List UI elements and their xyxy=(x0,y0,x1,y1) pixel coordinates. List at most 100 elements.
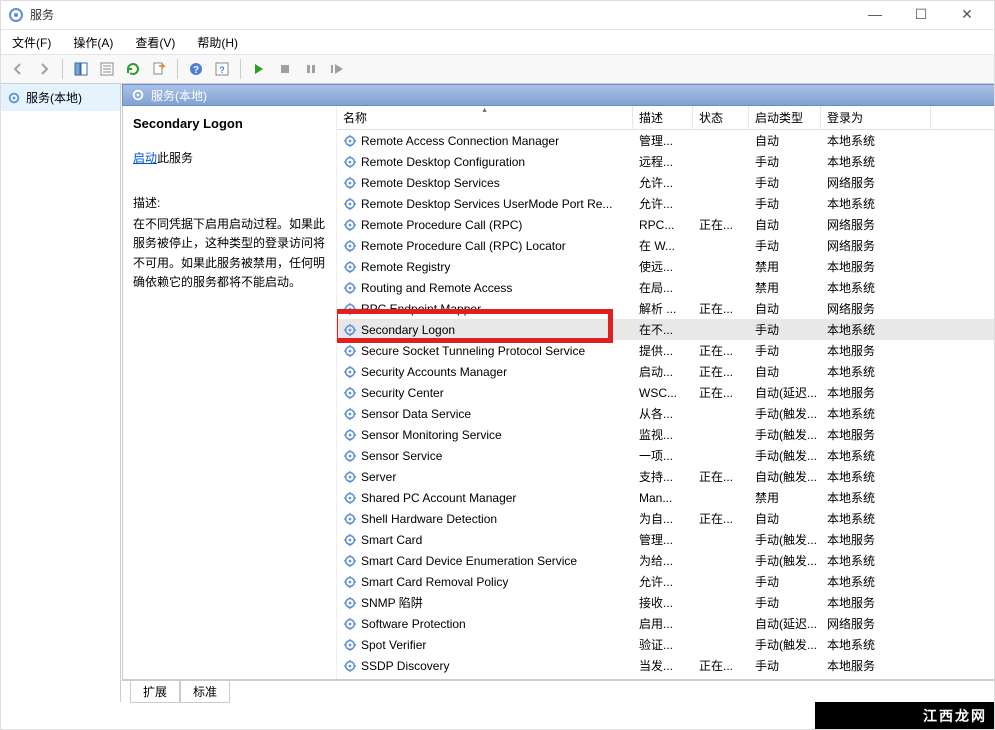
service-row[interactable]: Sensor Service一项...手动(触发...本地系统 xyxy=(337,445,994,466)
cell-state: 正在... xyxy=(693,384,749,401)
cell-description: 在局... xyxy=(633,279,693,296)
service-row[interactable]: Server支持...正在...自动(触发...本地系统 xyxy=(337,466,994,487)
cell-description: RPC... xyxy=(633,218,693,232)
cell-logon: 本地系统 xyxy=(821,405,931,422)
pause-service-button[interactable] xyxy=(299,57,323,81)
cell-startup: 手动(触发... xyxy=(749,447,821,464)
export-list-button[interactable] xyxy=(147,57,171,81)
nav-back-button[interactable] xyxy=(6,57,30,81)
service-row[interactable]: Secure Socket Tunneling Protocol Service… xyxy=(337,340,994,361)
cell-name: Secondary Logon xyxy=(337,323,633,337)
cell-logon: 网络服务 xyxy=(821,237,931,254)
cell-logon: 本地系统 xyxy=(821,468,931,485)
column-header-state[interactable]: 状态 xyxy=(693,106,749,129)
cell-startup: 手动 xyxy=(749,174,821,191)
start-service-suffix: 此服务 xyxy=(157,151,193,165)
service-row[interactable]: Smart Card管理...手动(触发...本地服务 xyxy=(337,529,994,550)
nav-forward-button[interactable] xyxy=(32,57,56,81)
menu-action[interactable]: 操作(A) xyxy=(67,32,119,53)
column-header-name[interactable]: ▴名称 xyxy=(337,106,633,129)
service-row[interactable]: Shared PC Account ManagerMan...禁用本地系统 xyxy=(337,487,994,508)
tab-standard[interactable]: 标准 xyxy=(180,681,230,703)
column-header-logon[interactable]: 登录为 xyxy=(821,106,931,129)
service-row[interactable]: Software Protection启用...自动(延迟...网络服务 xyxy=(337,613,994,634)
watermark: 江西龙网 xyxy=(815,702,995,730)
gear-icon xyxy=(131,88,145,102)
service-row[interactable]: Remote Procedure Call (RPC) Locator在 W..… xyxy=(337,235,994,256)
tab-extended[interactable]: 扩展 xyxy=(130,681,180,703)
gear-icon xyxy=(343,386,357,400)
service-row[interactable]: Remote Desktop Services允许...手动网络服务 xyxy=(337,172,994,193)
cell-name: Sensor Monitoring Service xyxy=(337,428,633,442)
gear-icon xyxy=(343,155,357,169)
gear-icon xyxy=(343,197,357,211)
service-row[interactable]: Security Accounts Manager启动...正在...自动本地系… xyxy=(337,361,994,382)
list-header: ▴名称 描述 状态 启动类型 登录为 xyxy=(337,106,994,130)
cell-name: Remote Procedure Call (RPC) Locator xyxy=(337,239,633,253)
cell-startup: 自动(延迟... xyxy=(749,384,821,401)
cell-logon: 本地系统 xyxy=(821,489,931,506)
close-button[interactable]: ✕ xyxy=(953,6,981,23)
menu-file[interactable]: 文件(F) xyxy=(6,32,57,53)
service-row[interactable]: Security CenterWSC...正在...自动(延迟...本地服务 xyxy=(337,382,994,403)
service-row[interactable]: Secondary Logon在不...手动本地系统 xyxy=(337,319,994,340)
service-row[interactable]: Remote Procedure Call (RPC)RPC...正在...自动… xyxy=(337,214,994,235)
service-row[interactable]: Smart Card Device Enumeration Service为给.… xyxy=(337,550,994,571)
service-row[interactable]: Smart Card Removal Policy允许...手动本地系统 xyxy=(337,571,994,592)
service-row[interactable]: Spot Verifier验证...手动(触发...本地系统 xyxy=(337,634,994,655)
cell-name: Remote Access Connection Manager xyxy=(337,134,633,148)
cell-logon: 本地系统 xyxy=(821,636,931,653)
service-row[interactable]: Remote Desktop Services UserMode Port Re… xyxy=(337,193,994,214)
service-row[interactable]: Routing and Remote Access在局...禁用本地系统 xyxy=(337,277,994,298)
cell-logon: 本地系统 xyxy=(821,510,931,527)
svg-text:?: ? xyxy=(219,65,225,75)
maximize-button[interactable]: ☐ xyxy=(907,6,935,23)
column-header-startup[interactable]: 启动类型 xyxy=(749,106,821,129)
service-row[interactable]: RPC Endpoint Mapper解析 ...正在...自动网络服务 xyxy=(337,298,994,319)
cell-logon: 本地服务 xyxy=(821,384,931,401)
service-row[interactable]: SNMP 陷阱接收...手动本地服务 xyxy=(337,592,994,613)
service-row[interactable]: Sensor Monitoring Service监视...手动(触发...本地… xyxy=(337,424,994,445)
start-service-link[interactable]: 启动 xyxy=(133,151,157,165)
cell-logon: 网络服务 xyxy=(821,300,931,317)
cell-description: 在不... xyxy=(633,321,693,338)
restart-service-button[interactable] xyxy=(325,57,349,81)
cell-state: 正在... xyxy=(693,342,749,359)
service-row[interactable]: Shell Hardware Detection为自...正在...自动本地系统 xyxy=(337,508,994,529)
service-row[interactable]: SSDP Discovery当发...正在...手动本地服务 xyxy=(337,655,994,676)
menu-help[interactable]: 帮助(H) xyxy=(191,32,244,53)
cell-description: Man... xyxy=(633,491,693,505)
service-row[interactable]: Remote Registry使远...禁用本地服务 xyxy=(337,256,994,277)
help-topic-button[interactable]: ? xyxy=(210,57,234,81)
start-service-button[interactable] xyxy=(247,57,271,81)
cell-description: 使远... xyxy=(633,258,693,275)
cell-name: SNMP 陷阱 xyxy=(337,594,633,611)
column-header-description[interactable]: 描述 xyxy=(633,106,693,129)
gear-icon xyxy=(343,239,357,253)
help-button[interactable]: ? xyxy=(184,57,208,81)
cell-description: 允许... xyxy=(633,174,693,191)
service-row[interactable]: Sensor Data Service从各...手动(触发...本地系统 xyxy=(337,403,994,424)
gear-icon xyxy=(343,365,357,379)
cell-description: 允许... xyxy=(633,573,693,590)
cell-logon: 本地系统 xyxy=(821,573,931,590)
minimize-button[interactable]: — xyxy=(861,6,889,23)
refresh-button[interactable] xyxy=(121,57,145,81)
service-row[interactable]: Remote Desktop Configuration远程...手动本地系统 xyxy=(337,151,994,172)
cell-logon: 本地系统 xyxy=(821,321,931,338)
cell-startup: 自动 xyxy=(749,363,821,380)
cell-startup: 自动(延迟... xyxy=(749,615,821,632)
list-rows-container[interactable]: Remote Access Connection Manager管理...自动本… xyxy=(337,130,994,679)
service-row[interactable]: Remote Access Connection Manager管理...自动本… xyxy=(337,130,994,151)
cell-description: 支持... xyxy=(633,468,693,485)
tree-item-services-local[interactable]: 服务(本地) xyxy=(0,84,120,111)
cell-startup: 自动(触发... xyxy=(749,468,821,485)
gear-icon xyxy=(343,533,357,547)
cell-description: 解析 ... xyxy=(633,300,693,317)
properties-button[interactable] xyxy=(95,57,119,81)
show-hide-tree-button[interactable] xyxy=(69,57,93,81)
gear-icon xyxy=(343,428,357,442)
menu-view[interactable]: 查看(V) xyxy=(129,32,181,53)
cell-state: 正在... xyxy=(693,510,749,527)
stop-service-button[interactable] xyxy=(273,57,297,81)
